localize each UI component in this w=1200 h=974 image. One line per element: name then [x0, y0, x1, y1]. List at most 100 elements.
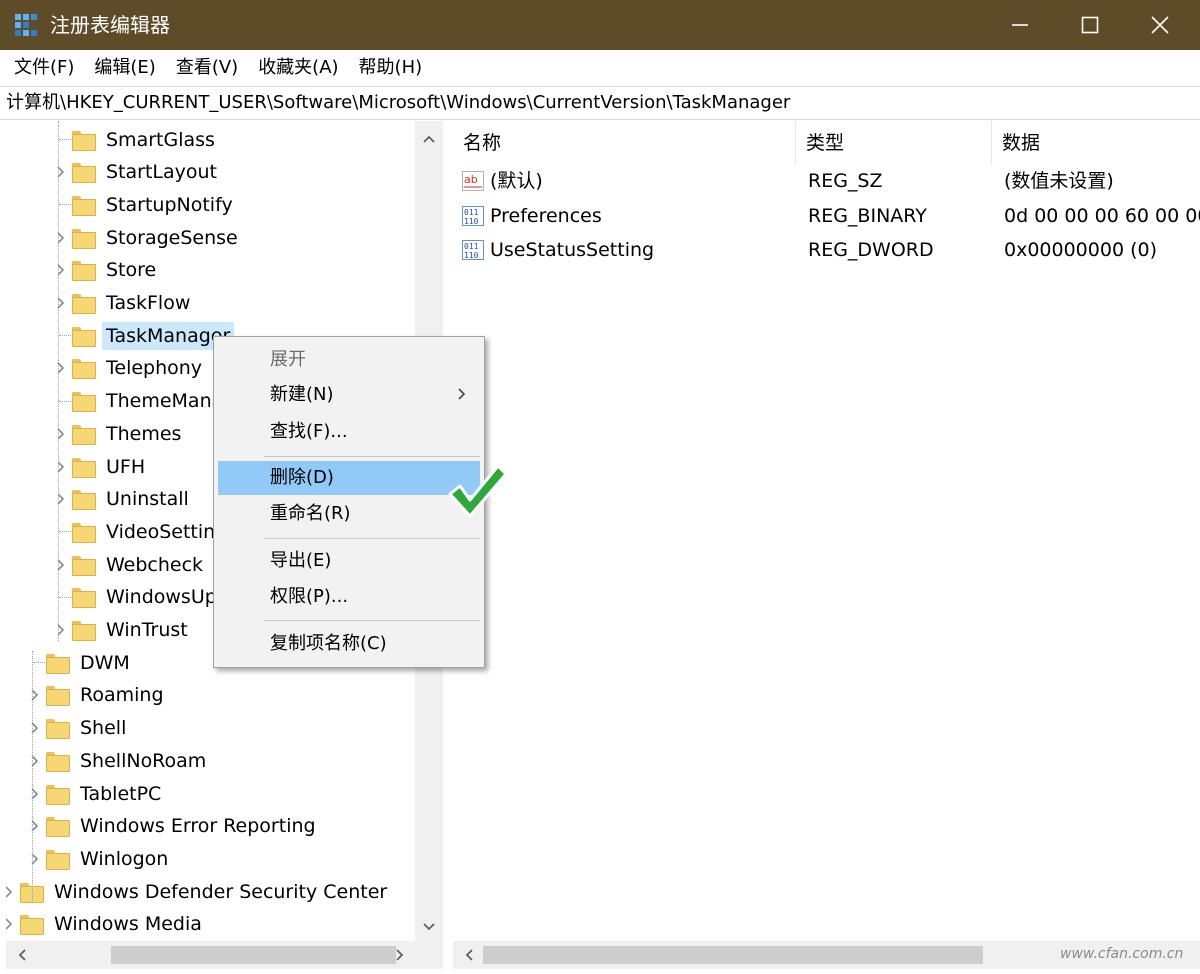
value-name: UseStatusSetting: [490, 239, 655, 261]
regedit-app-icon: [15, 14, 37, 36]
menu-help[interactable]: 帮助(H): [349, 50, 433, 86]
scroll-left-icon[interactable]: [455, 941, 483, 969]
tree-item-label: ShellNoRoam: [80, 749, 207, 772]
expand-chevron-icon[interactable]: [6, 875, 20, 908]
expand-chevron-icon[interactable]: [24, 777, 46, 810]
values-pane[interactable]: 名称 类型 数据 ab (默认) REG_SZ (数值未设置) 011 110 Prefer…: [453, 121, 1200, 941]
tree-horizontal-scrollbar[interactable]: [6, 941, 443, 969]
tree-item[interactable]: SmartGlass: [50, 123, 219, 156]
svg-text:110: 110: [464, 251, 479, 260]
string-value-icon: ab: [462, 171, 484, 191]
address-path[interactable]: 计算机\HKEY_CURRENT_USER\Software\Microsoft…: [6, 87, 790, 119]
context-menu: 展开 新建(N) 查找(F)... 删除(D) 重命名(R) 导出(E) 权限(P)... 复…: [213, 336, 485, 668]
menu-item-delete[interactable]: 删除(D): [218, 461, 480, 495]
tree-scroll-thumb[interactable]: [111, 946, 396, 964]
menu-edit[interactable]: 编辑(E): [84, 50, 165, 86]
tree-item[interactable]: TaskManager: [50, 319, 235, 352]
values-scroll-thumb[interactable]: [483, 946, 983, 964]
folder-icon: [72, 261, 96, 282]
folder-icon: [46, 719, 70, 740]
expand-chevron-icon[interactable]: [24, 810, 46, 843]
tree-item[interactable]: Uninstall: [50, 483, 193, 516]
tree-item[interactable]: DWM: [24, 646, 134, 679]
expand-chevron-icon[interactable]: [50, 548, 72, 581]
tree-item[interactable]: Store: [50, 254, 160, 287]
tree-item-label: Uninstall: [106, 488, 189, 511]
binary-value-icon: 011110: [462, 240, 484, 260]
folder-icon: [72, 392, 96, 413]
scroll-right-icon[interactable]: [386, 941, 414, 969]
menu-item-rename[interactable]: 重命名(R): [218, 497, 480, 531]
menu-favorites[interactable]: 收藏夹(A): [248, 50, 348, 86]
minimize-button[interactable]: [985, 0, 1055, 50]
tree-item-label: TabletPC: [80, 782, 162, 805]
checkmark-icon: [448, 464, 508, 518]
value-row[interactable]: ab (默认) REG_SZ (数值未设置): [453, 164, 1200, 198]
tree-item-label: Windows Error Reporting: [80, 815, 316, 838]
expand-chevron-icon[interactable]: [50, 156, 72, 189]
tree-item[interactable]: Shell: [24, 712, 130, 745]
tree-item[interactable]: StartLayout: [50, 156, 221, 189]
tree-item[interactable]: TabletPC: [24, 777, 165, 810]
tree-item[interactable]: WinTrust: [50, 614, 192, 647]
tree-item[interactable]: Roaming: [24, 679, 168, 712]
expand-chevron-icon[interactable]: [50, 254, 72, 287]
menu-item-copy-key-name[interactable]: 复制项名称(C): [218, 627, 480, 661]
close-button[interactable]: [1125, 0, 1195, 50]
column-header-type[interactable]: 类型: [796, 121, 992, 165]
tree-item[interactable]: TaskFlow: [50, 287, 194, 320]
value-row[interactable]: 011 110 Preferences REG_BINARY 0d 00 00 00 6…: [453, 199, 1200, 233]
expand-chevron-icon[interactable]: [50, 352, 72, 385]
value-row[interactable]: 011 110 UseStatusSetting REG_DWORD 0x0000000…: [453, 233, 1200, 267]
menu-view[interactable]: 查看(V): [166, 50, 248, 86]
column-header-data[interactable]: 数据: [992, 121, 1200, 165]
tree-item[interactable]: Winlogon: [24, 842, 172, 875]
menu-item-new[interactable]: 新建(N): [218, 378, 480, 412]
folder-icon: [72, 195, 96, 216]
expand-chevron-icon[interactable]: [24, 842, 46, 875]
column-header-name[interactable]: 名称: [453, 121, 796, 165]
address-bar[interactable]: 计算机\HKEY_CURRENT_USER\Software\Microsoft…: [0, 86, 1200, 120]
folder-icon: [46, 686, 70, 707]
value-name: Preferences: [490, 204, 602, 227]
expand-chevron-icon[interactable]: [50, 221, 72, 254]
tree-item[interactable]: Windows Defender Security Center: [6, 875, 391, 908]
title-bar: 注册表编辑器: [0, 0, 1200, 50]
tree-item[interactable]: Webcheck: [50, 548, 207, 581]
expand-chevron-icon[interactable]: [24, 679, 46, 712]
menu-item-label: 新建(N): [270, 384, 334, 405]
menu-item-permissions[interactable]: 权限(P)...: [218, 580, 480, 614]
tree-guide-line: [58, 121, 59, 641]
folder-icon: [72, 555, 96, 576]
tree-item-label: Windows Media: [54, 913, 202, 936]
tree-item[interactable]: Telephony: [50, 352, 206, 385]
expand-chevron-icon[interactable]: [50, 287, 72, 320]
scroll-down-icon[interactable]: [415, 913, 443, 941]
tree-item[interactable]: StartupNotify: [50, 188, 237, 221]
menu-item-find[interactable]: 查找(F)...: [218, 415, 480, 449]
scroll-up-icon[interactable]: [415, 125, 443, 153]
menu-item-export[interactable]: 导出(E): [218, 544, 480, 578]
scroll-left-icon[interactable]: [8, 941, 36, 969]
tree-item-label: SmartGlass: [106, 128, 215, 151]
tree-item[interactable]: StorageSense: [50, 221, 242, 254]
expand-chevron-icon[interactable]: [24, 712, 46, 745]
expand-chevron-icon[interactable]: [6, 908, 20, 941]
folder-icon: [46, 817, 70, 838]
tree-item[interactable]: ShellNoRoam: [24, 744, 210, 777]
tree-item[interactable]: UFH: [50, 450, 149, 483]
expand-chevron-icon[interactable]: [50, 614, 72, 647]
maximize-button[interactable]: [1055, 0, 1125, 50]
value-data: 0d 00 00 00 60 00 00: [1004, 204, 1200, 227]
value-type: REG_SZ: [808, 170, 883, 192]
expand-chevron-icon[interactable]: [50, 417, 72, 450]
expand-chevron-icon[interactable]: [50, 483, 72, 516]
tree-item[interactable]: Windows Error Reporting: [24, 810, 320, 843]
tree-item[interactable]: Windows Media: [6, 908, 206, 941]
tree-item[interactable]: Themes: [50, 417, 185, 450]
expand-chevron-icon[interactable]: [24, 744, 46, 777]
minimize-icon: [1012, 24, 1028, 26]
expand-chevron-icon[interactable]: [50, 450, 72, 483]
menu-file[interactable]: 文件(F): [4, 50, 84, 86]
tree-item-label: Themes: [106, 422, 182, 445]
